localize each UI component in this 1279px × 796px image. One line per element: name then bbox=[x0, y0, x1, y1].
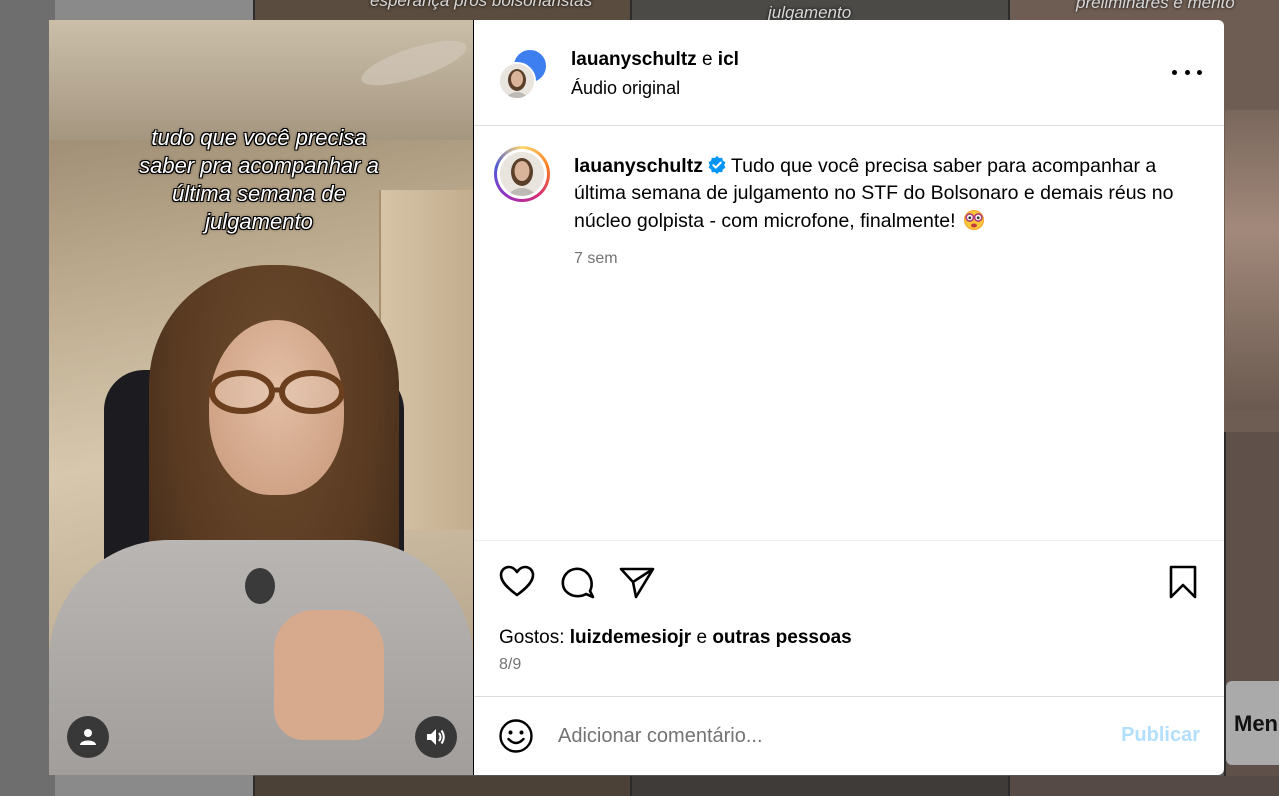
comment-input[interactable] bbox=[558, 721, 1078, 751]
likes-conjunction: e bbox=[696, 627, 708, 648]
video-frame bbox=[274, 610, 384, 740]
author-link[interactable]: lauanyschultz bbox=[571, 49, 697, 70]
more-options-icon bbox=[1172, 69, 1202, 75]
video-caption-overlay: tudo que você precisa saber pra acompanh… bbox=[109, 124, 409, 236]
likes-prefix: Gostos: bbox=[499, 627, 565, 648]
bookmark-icon[interactable] bbox=[1164, 563, 1202, 601]
comments-section: lauanyschultz Tudo que você precisa sabe… bbox=[474, 126, 1224, 541]
more-options-button[interactable] bbox=[1172, 62, 1202, 82]
avatar-ring bbox=[497, 149, 547, 199]
post-modal: tudo que você precisa saber pra acompanh… bbox=[49, 20, 1224, 775]
post-authors: lauanyschultz e icl bbox=[571, 49, 739, 71]
speaker-icon bbox=[427, 729, 445, 745]
likes-summary: Gostos: luizdemesiojr e outras pessoas bbox=[499, 627, 852, 649]
caption-avatar[interactable] bbox=[494, 146, 550, 202]
background-tile bbox=[630, 776, 1008, 796]
likers-list-link[interactable]: outras pessoas bbox=[712, 627, 851, 648]
audio-toggle-button[interactable] bbox=[415, 716, 457, 758]
overlay-line: julgamento bbox=[205, 209, 313, 234]
post-details-panel: lauanyschultz e icl Áudio original lauan… bbox=[474, 20, 1224, 775]
avatar[interactable] bbox=[498, 62, 536, 100]
background-tile-text: esperança pros bolsonaristas bbox=[370, 0, 593, 10]
post-caption: lauanyschultz Tudo que você precisa sabe… bbox=[574, 153, 1184, 235]
tagged-users-button[interactable] bbox=[67, 716, 109, 758]
authors-conjunction: e bbox=[701, 49, 713, 70]
video-frame bbox=[209, 370, 345, 414]
video-frame bbox=[245, 568, 275, 604]
share-icon[interactable] bbox=[618, 563, 656, 601]
audio-link[interactable]: Áudio original bbox=[571, 78, 680, 99]
user-icon bbox=[80, 729, 96, 745]
author-link[interactable]: icl bbox=[718, 49, 739, 70]
caption-username[interactable]: lauanyschultz bbox=[574, 155, 703, 177]
overlay-line: última semana de bbox=[172, 181, 346, 206]
avatar-image bbox=[500, 64, 534, 98]
background-menu-button[interactable]: Men bbox=[1226, 681, 1279, 765]
publish-button[interactable]: Publicar bbox=[1121, 724, 1200, 747]
post-header: lauanyschultz e icl Áudio original bbox=[474, 20, 1224, 126]
comment-composer: Publicar bbox=[474, 697, 1224, 775]
post-actions: Gostos: luizdemesiojr e outras pessoas 8… bbox=[474, 541, 1224, 697]
heart-icon[interactable] bbox=[498, 563, 536, 601]
background-tile-text: preliminares e mérito bbox=[1076, 0, 1235, 12]
collab-avatars[interactable] bbox=[498, 48, 550, 100]
reel-video[interactable]: tudo que você precisa saber pra acompanh… bbox=[49, 20, 474, 775]
backdrop-strip bbox=[0, 0, 55, 796]
verified-badge-icon bbox=[708, 156, 726, 174]
avatar-image bbox=[500, 152, 544, 196]
overlay-line: saber pra acompanhar a bbox=[139, 153, 379, 178]
liker-link[interactable]: luizdemesiojr bbox=[570, 627, 691, 648]
caption-timestamp[interactable]: 7 sem bbox=[574, 250, 618, 268]
background-tile bbox=[1008, 776, 1279, 796]
emoji-icon[interactable] bbox=[498, 718, 534, 754]
background-tile-image bbox=[1225, 110, 1279, 410]
post-date[interactable]: 8/9 bbox=[499, 656, 521, 674]
overlay-line: tudo que você precisa bbox=[151, 125, 367, 150]
background-tile bbox=[253, 776, 630, 796]
nerd-face-emoji-icon bbox=[963, 210, 984, 230]
comment-icon[interactable] bbox=[558, 563, 596, 601]
